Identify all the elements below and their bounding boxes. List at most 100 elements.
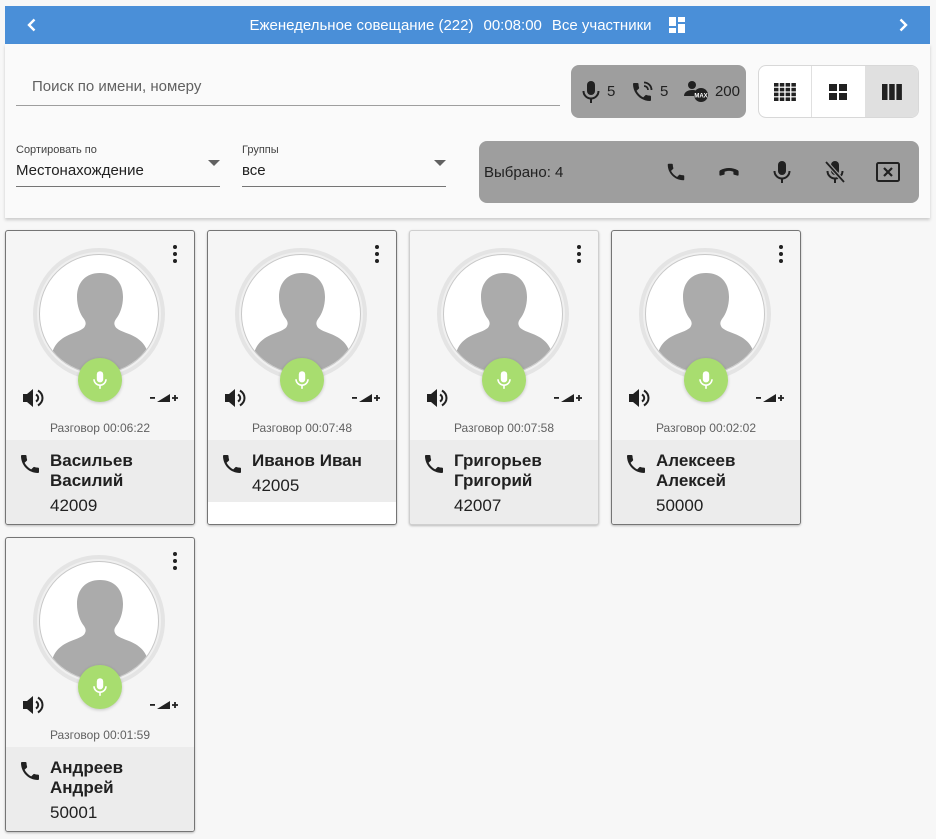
calls-stat: 5 [630, 80, 668, 104]
mic-count: 5 [607, 83, 616, 100]
more-options-icon[interactable] [170, 550, 180, 572]
mic-toggle-button[interactable] [78, 358, 122, 402]
sort-label: Сортировать по [16, 144, 97, 156]
participant-number: 50000 [656, 496, 704, 515]
participant-number: 50001 [50, 803, 98, 822]
gain-control[interactable] [756, 392, 786, 404]
gain-control[interactable] [554, 392, 584, 404]
prev-button[interactable] [13, 6, 51, 44]
selection-panel: Выбрано: 4 [479, 141, 919, 203]
view-small-button[interactable] [759, 66, 813, 117]
call-status: Разговор 00:02:02 [655, 421, 757, 435]
more-options-icon[interactable] [776, 243, 786, 265]
hangup-selected-button[interactable] [711, 154, 747, 190]
max-users-icon: MAX [683, 80, 708, 102]
volume-icon [427, 389, 448, 407]
gain-control[interactable] [150, 392, 180, 404]
mic-icon [295, 371, 309, 389]
mic-icon [773, 161, 791, 183]
grid-medium-icon [829, 83, 848, 100]
more-options-icon[interactable] [574, 243, 584, 265]
sort-value: Местонахождение [16, 162, 144, 179]
call-status: Разговор 00:01:59 [49, 728, 151, 742]
volume-button[interactable] [223, 386, 249, 410]
header-title: Еженедельное совещание (222) 00:08:00 Вс… [249, 16, 685, 34]
participant-name: Иванов Иван [252, 451, 362, 470]
person-silhouette-icon [50, 273, 150, 373]
volume-icon [23, 696, 44, 714]
dashboard-icon[interactable] [668, 16, 686, 34]
person-silhouette-icon [50, 580, 150, 680]
mic-off-icon [824, 160, 846, 184]
search-input[interactable] [16, 68, 560, 106]
participant-info: Иванов Иван 42005 [208, 440, 396, 502]
volume-icon [23, 389, 44, 407]
toolbar: 5 5 MAX 200 [5, 44, 930, 218]
max-stat: MAX 200 [683, 80, 740, 104]
mic-icon [582, 80, 600, 103]
phone-icon [21, 762, 39, 780]
mute-selected-button[interactable] [817, 154, 853, 190]
volume-button[interactable] [627, 386, 653, 410]
next-button[interactable] [884, 6, 922, 44]
volume-button[interactable] [21, 693, 47, 717]
volume-icon [225, 389, 246, 407]
groups-label: Группы [242, 144, 279, 156]
participant-card[interactable]: Разговор 00:06:22 Васильев Василий 42009 [5, 230, 195, 525]
call-selected-button[interactable] [658, 154, 694, 190]
call-status: Разговор 00:07:58 [453, 421, 555, 435]
mic-toggle-button[interactable] [482, 358, 526, 402]
more-options-icon[interactable] [170, 243, 180, 265]
phone-icon [223, 455, 241, 473]
chevron-right-icon [899, 18, 908, 32]
calls-count: 5 [659, 83, 669, 100]
svg-text:MAX: MAX [694, 93, 707, 99]
participants-filter[interactable]: Все участники [552, 17, 652, 34]
participant-card[interactable]: Разговор 00:01:59 Андреев Андрей 50001 [5, 537, 195, 832]
call-status: Разговор 00:07:48 [251, 421, 353, 435]
remove-selected-button[interactable] [870, 154, 906, 190]
close-box-icon [876, 162, 900, 182]
mic-toggle-button[interactable] [78, 665, 122, 709]
conference-timer: 00:08:00 [483, 16, 542, 34]
view-large-button[interactable] [865, 66, 918, 117]
participant-card[interactable]: Разговор 00:07:48 Иванов Иван 42005 [207, 230, 397, 525]
gain-control[interactable] [150, 699, 180, 711]
mic-stat: 5 [581, 80, 615, 104]
dropdown-arrow-icon [434, 160, 446, 166]
mic-icon [497, 371, 511, 389]
gain-icon [756, 394, 784, 402]
person-silhouette-icon [454, 273, 554, 373]
phone-icon [627, 455, 645, 473]
participant-card[interactable]: Разговор 00:02:02 Алексеев Алексей 50000 [611, 230, 801, 525]
phone-in-talk-icon [632, 81, 653, 101]
mic-toggle-button[interactable] [684, 358, 728, 402]
participant-number: 42009 [50, 496, 98, 515]
volume-button[interactable] [21, 386, 47, 410]
unmute-selected-button[interactable] [764, 154, 800, 190]
participant-info: Андреев Андрей 50001 [6, 747, 194, 831]
view-mode-toggle [758, 65, 919, 118]
gain-control[interactable] [352, 392, 382, 404]
call-status: Разговор 00:06:22 [49, 421, 151, 435]
view-medium-button[interactable] [812, 66, 866, 117]
participant-number: 42005 [252, 476, 300, 495]
volume-button[interactable] [425, 386, 451, 410]
participant-name: Григорьев Григорий [454, 451, 542, 490]
more-options-icon[interactable] [372, 243, 382, 265]
participant-name: Васильев Василий [50, 451, 133, 490]
sort-select[interactable]: Сортировать по Местонахождение [16, 144, 220, 187]
participant-info: Григорьев Григорий 42007 [410, 440, 598, 524]
gain-icon [150, 701, 178, 709]
mic-toggle-button[interactable] [280, 358, 324, 402]
person-silhouette-icon [656, 273, 756, 373]
card-footer [208, 502, 396, 524]
conference-header: Еженедельное совещание (222) 00:08:00 Вс… [5, 6, 930, 44]
gain-icon [150, 394, 178, 402]
participant-card[interactable]: Разговор 00:07:58 Григорьев Григорий 420… [409, 230, 599, 525]
conference-name: Еженедельное совещание (222) [249, 16, 474, 34]
view-column-icon [881, 83, 902, 100]
person-silhouette-icon [252, 273, 352, 373]
participant-info: Алексеев Алексей 50000 [612, 440, 800, 524]
groups-select[interactable]: Группы все [242, 144, 446, 187]
